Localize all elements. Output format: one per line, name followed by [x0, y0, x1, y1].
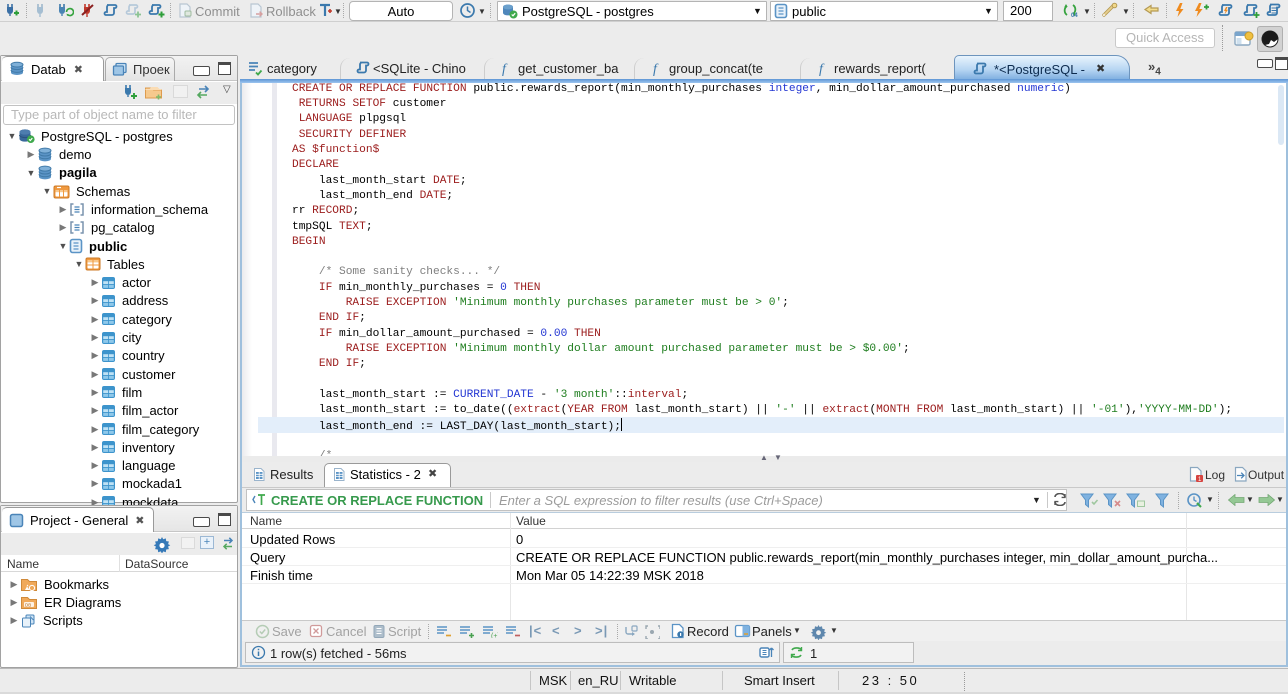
svg-text:f: f — [819, 62, 825, 76]
svg-text:(+): (+) — [491, 633, 498, 638]
svg-text:DB: DB — [25, 602, 31, 607]
svg-text:f: f — [653, 62, 659, 76]
svg-text:f: f — [502, 62, 508, 76]
svg-text:04: 04 — [1071, 13, 1078, 19]
